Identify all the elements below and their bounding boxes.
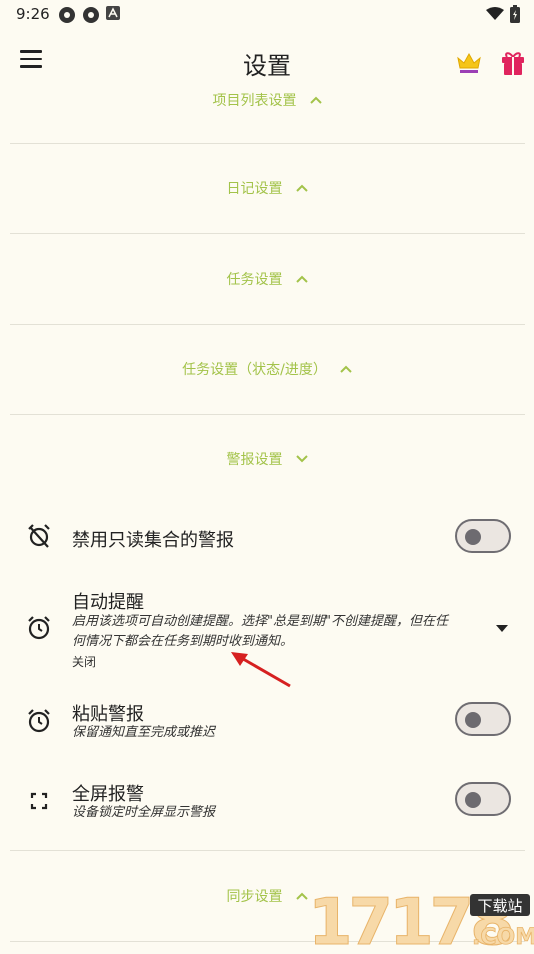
- setting-disable-readonly-alarms[interactable]: 禁用只读集合的警报: [0, 508, 534, 568]
- font-a-icon: [106, 6, 120, 20]
- fullscreen-alarm-toggle[interactable]: [455, 782, 511, 816]
- section-alarms-header[interactable]: 警报设置: [10, 414, 525, 504]
- section-title: 项目列表设置: [212, 93, 297, 109]
- section-title: 任务设置: [226, 272, 283, 288]
- setting-title: 禁用只读集合的警报: [72, 530, 234, 551]
- gift-button[interactable]: [500, 50, 526, 76]
- status-time: 9:26: [16, 5, 50, 23]
- status-bar: 9:26: [0, 0, 534, 28]
- disable-readonly-alarms-toggle[interactable]: [455, 519, 511, 553]
- app-notification-icon: [83, 7, 99, 23]
- svg-text:下载站: 下载站: [477, 897, 522, 915]
- setting-description: 保留通知直至完成或推迟: [72, 725, 216, 740]
- chevron-up-icon: [309, 96, 322, 104]
- section-tasks[interactable]: 任务设置: [10, 234, 525, 325]
- section-diary[interactable]: 日记设置: [10, 143, 525, 234]
- chevron-up-icon: [295, 184, 308, 192]
- section-title: 警报设置: [226, 452, 283, 468]
- setting-description: 启用该选项可自动创建提醒。选择"总是到期"不创建提醒，但在任 何情况下都会在任务…: [72, 614, 448, 649]
- premium-button[interactable]: [456, 52, 482, 74]
- section-title: 同步设置: [226, 889, 283, 905]
- setting-fullscreen-alarm[interactable]: 全屏报警 设备锁定时全屏显示警报: [0, 772, 534, 832]
- crown-icon: [457, 52, 481, 73]
- page-title: 设置: [243, 52, 291, 80]
- annotation-arrow: [231, 652, 291, 688]
- sticky-alarm-toggle[interactable]: [455, 702, 511, 736]
- section-tasks-status[interactable]: 任务设置（状态/进度）: [10, 324, 525, 415]
- app-notification-icon: [59, 7, 75, 23]
- fullscreen-icon: [30, 792, 48, 810]
- wifi-icon: [486, 7, 504, 20]
- battery-icon: [510, 5, 520, 23]
- setting-description: 设备锁定时全屏显示警报: [72, 805, 216, 820]
- alarm-clock-icon: [28, 709, 50, 733]
- section-title: 任务设置（状态/进度）: [182, 362, 327, 378]
- setting-sticky-alarm[interactable]: 粘贴警报 保留通知直至完成或推迟: [0, 692, 534, 752]
- alarm-off-icon: [28, 524, 50, 548]
- section-project-list[interactable]: 项目列表设置: [10, 86, 525, 144]
- alarm-clock-icon: [28, 616, 50, 640]
- svg-text:.COM: .COM: [472, 925, 534, 950]
- section-title: 日记设置: [226, 181, 283, 197]
- dropdown-arrow-icon[interactable]: [496, 625, 508, 632]
- app-bar: 设置: [0, 32, 534, 92]
- gift-icon: [502, 52, 524, 75]
- chevron-up-icon: [295, 275, 308, 283]
- chevron-up-icon: [340, 365, 352, 373]
- watermark-graphic: 17178 下载站 .COM: [308, 886, 534, 954]
- setting-current-value: 关闭: [72, 655, 97, 669]
- watermark-logo: 17178 下载站 .COM: [306, 884, 534, 954]
- chevron-down-icon: [295, 455, 308, 463]
- setting-title: 自动提醒: [72, 592, 144, 613]
